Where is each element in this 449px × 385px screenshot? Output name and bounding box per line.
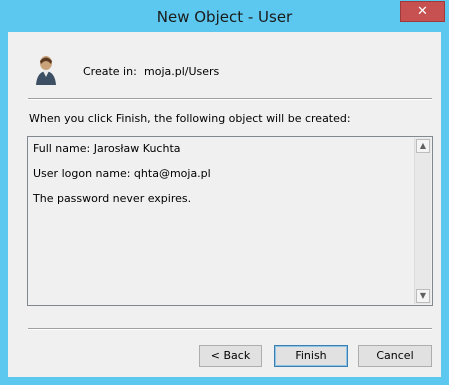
summary-logon-name: User logon name: qhta@moja.pl	[33, 167, 211, 180]
finish-button[interactable]: Finish	[274, 345, 348, 367]
summary-password-note: The password never expires.	[33, 192, 192, 205]
scroll-up-button[interactable]: ▲	[416, 139, 430, 153]
bottom-divider	[28, 328, 432, 330]
create-in-path: moja.pl/Users	[144, 65, 220, 78]
chevron-down-icon: ▼	[419, 291, 427, 300]
close-icon: ✕	[417, 4, 428, 19]
close-button[interactable]: ✕	[400, 1, 445, 22]
window-title: New Object - User	[156, 8, 293, 26]
summary-scrollbar[interactable]: ▲ ▼	[414, 138, 431, 304]
summary-textbox[interactable]: Full name: Jarosław Kuchta User logon na…	[27, 136, 433, 306]
back-button[interactable]: < Back	[199, 345, 262, 367]
top-divider	[28, 98, 432, 100]
user-icon	[36, 56, 56, 85]
scroll-down-button[interactable]: ▼	[416, 289, 430, 303]
create-in-label: Create in:	[83, 65, 137, 78]
intro-text: When you click Finish, the following obj…	[29, 112, 351, 125]
window-frame: New Object - User ✕ Create in: moja.pl/U…	[0, 0, 449, 385]
dialog-body: Create in: moja.pl/Users When you click …	[8, 32, 441, 377]
summary-full-name: Full name: Jarosław Kuchta	[33, 142, 181, 155]
cancel-button[interactable]: Cancel	[358, 345, 432, 367]
title-bar[interactable]: New Object - User ✕	[0, 0, 449, 32]
chevron-up-icon: ▲	[419, 141, 427, 150]
